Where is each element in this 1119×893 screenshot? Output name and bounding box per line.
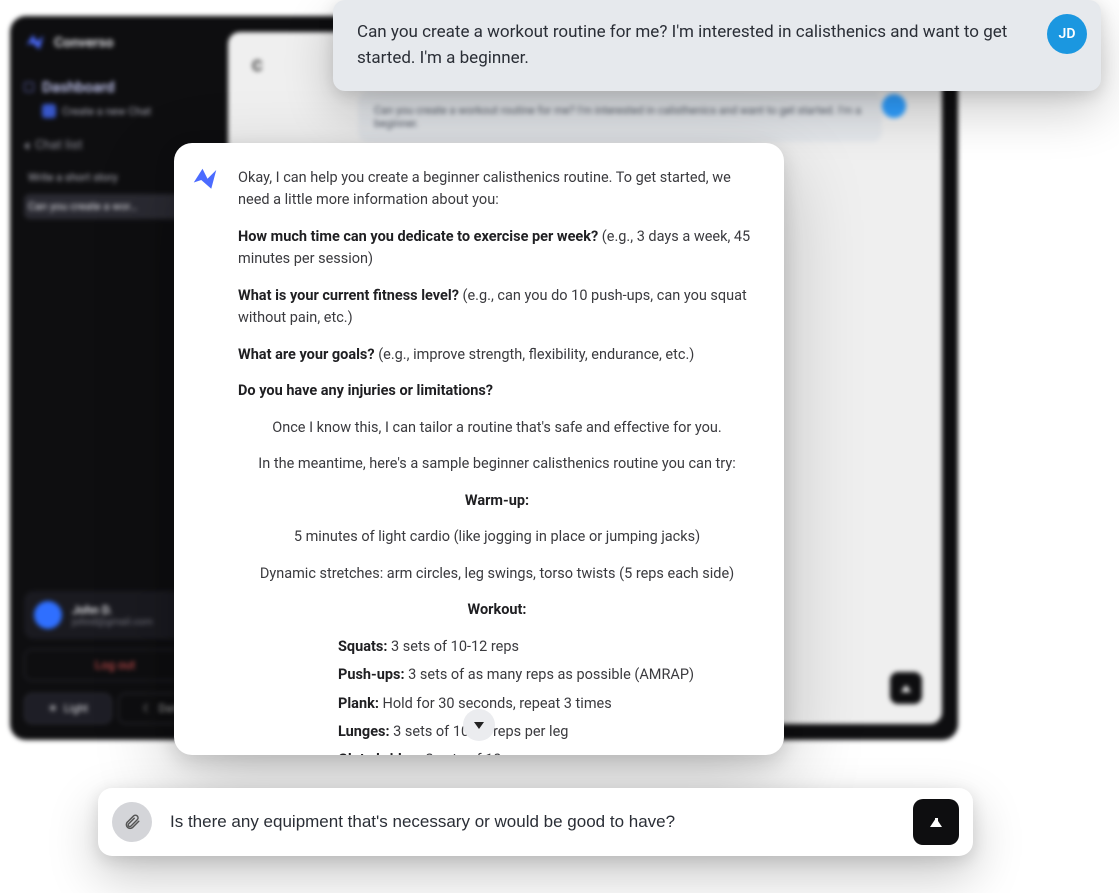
user-message-text: Can you create a workout routine for me?… bbox=[357, 22, 1007, 68]
moon-icon: ☾ bbox=[143, 702, 153, 715]
bg-user-message: Can you create a workout routine for me?… bbox=[358, 92, 882, 142]
paperclip-icon bbox=[123, 813, 141, 831]
warmup-heading: Warm-up: bbox=[238, 490, 756, 512]
bg-user-avatar bbox=[882, 94, 906, 118]
ai-tailor: Once I know this, I can tailor a routine… bbox=[238, 417, 756, 439]
message-input[interactable] bbox=[170, 812, 895, 832]
ai-q1: How much time can you dedicate to exerci… bbox=[238, 226, 756, 271]
ai-response-card: Okay, I can help you create a beginner c… bbox=[174, 143, 784, 755]
new-chat-icon bbox=[42, 104, 56, 118]
user-message-bubble: Can you create a workout routine for me?… bbox=[333, 0, 1101, 91]
ai-q4: Do you have any injuries or limitations? bbox=[238, 380, 756, 402]
user-name: John D. bbox=[72, 603, 153, 617]
arrow-down-icon bbox=[474, 722, 484, 729]
ai-intro: Okay, I can help you create a beginner c… bbox=[238, 167, 756, 212]
brand-logo-icon bbox=[24, 32, 46, 54]
brand: Converso bbox=[24, 32, 206, 54]
warmup-line-2: Dynamic stretches: arm circles, leg swin… bbox=[238, 563, 756, 585]
workout-heading: Workout: bbox=[238, 599, 756, 621]
workout-item: Squats: 3 sets of 10-12 reps bbox=[338, 636, 756, 658]
workout-item: Push-ups: 3 sets of as many reps as poss… bbox=[338, 664, 756, 686]
ai-q2: What is your current fitness level? (e.g… bbox=[238, 285, 756, 330]
brand-name: Converso bbox=[54, 35, 114, 51]
user-avatar: JD bbox=[1047, 14, 1087, 54]
scroll-top-button[interactable] bbox=[890, 672, 922, 704]
arrow-up-icon bbox=[901, 685, 911, 692]
message-input-bar bbox=[98, 788, 973, 856]
chevron-left-icon bbox=[24, 142, 29, 150]
sun-icon: ☀ bbox=[48, 702, 58, 715]
user-email: johnd@gmail.com bbox=[72, 617, 153, 628]
ai-logo-icon bbox=[190, 165, 220, 195]
avatar bbox=[34, 601, 62, 629]
arrow-up-icon bbox=[930, 818, 942, 827]
theme-light-button[interactable]: ☀ Light bbox=[24, 693, 112, 724]
workout-list: Squats: 3 sets of 10-12 reps Push-ups: 3… bbox=[238, 636, 756, 755]
ai-q3: What are your goals? (e.g., improve stre… bbox=[238, 344, 756, 366]
send-button[interactable] bbox=[913, 799, 959, 845]
sidebar-dashboard[interactable]: Dashboard bbox=[24, 78, 206, 96]
workout-item: Plank: Hold for 30 seconds, repeat 3 tim… bbox=[338, 693, 756, 715]
dashboard-icon bbox=[24, 82, 34, 92]
attach-button[interactable] bbox=[112, 802, 152, 842]
ai-meantime: In the meantime, here's a sample beginne… bbox=[238, 453, 756, 475]
sidebar-create-chat[interactable]: Create a new Chat bbox=[24, 104, 206, 118]
workout-item: Glute bridge: 3 sets of 10 eps bbox=[338, 749, 756, 755]
scroll-down-button[interactable] bbox=[463, 709, 495, 741]
workout-item: Lunges: 3 sets of 10-12 reps per leg bbox=[338, 721, 756, 743]
warmup-line-1: 5 minutes of light cardio (like jogging … bbox=[238, 526, 756, 548]
